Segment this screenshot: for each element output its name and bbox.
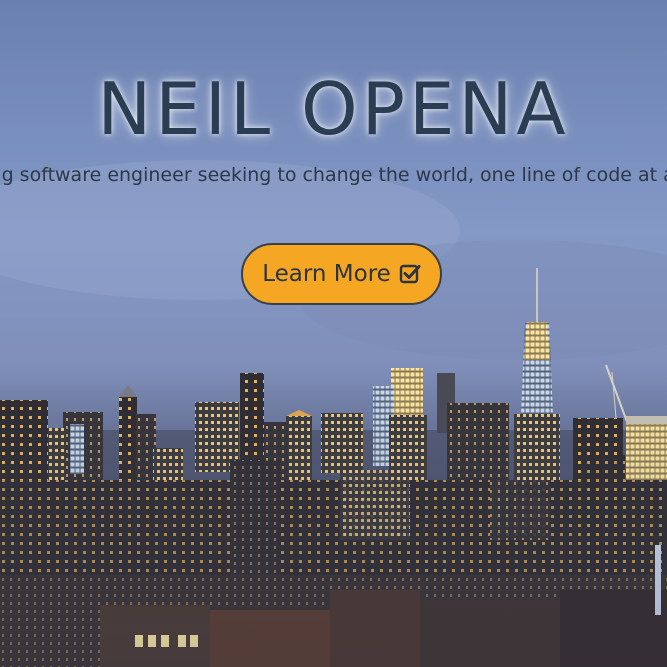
check-square-icon [399, 263, 421, 285]
learn-more-label: Learn More [262, 261, 391, 287]
hero-section: NEIL OPENA Aspiring software engineer se… [0, 0, 667, 667]
learn-more-button[interactable]: Learn More [241, 243, 442, 305]
hero-title: NEIL OPENA [97, 67, 570, 151]
hero-tagline: Aspiring software engineer seeking to ch… [0, 164, 667, 186]
